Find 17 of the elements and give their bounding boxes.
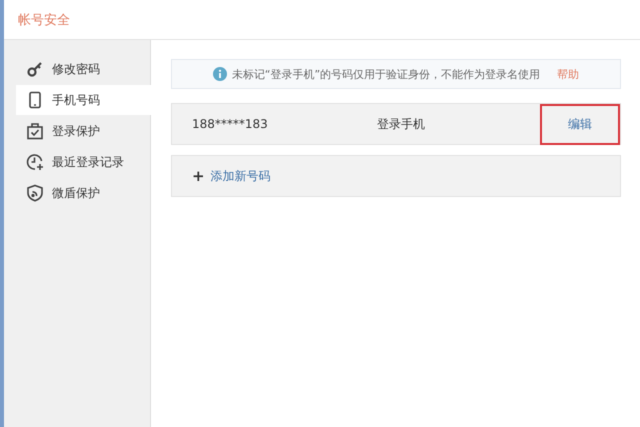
phone-tag: 登录手机 <box>377 116 540 132</box>
shield-icon <box>26 184 44 202</box>
edit-link[interactable]: 编辑 <box>540 104 620 144</box>
key-icon <box>26 60 44 78</box>
clock-icon <box>26 153 44 171</box>
sidebar-item[interactable]: 修改密码 <box>16 54 150 84</box>
sidebar-item[interactable]: 微盾保护 <box>16 178 150 208</box>
info-icon <box>212 67 227 81</box>
add-number-button[interactable]: + 添加新号码 <box>171 155 621 197</box>
notice-text: 未标记“登录手机”的号码仅用于验证身份，不能作为登录名使用 <box>232 66 540 82</box>
sidebar-item[interactable]: 最近登录记录 <box>16 147 150 177</box>
sidebar-item[interactable]: 登录保护 <box>16 116 150 146</box>
checklist-icon <box>26 122 44 140</box>
phone-icon <box>26 91 44 109</box>
page-title: 帐号安全 <box>18 12 70 28</box>
phone-number: 188*****183 <box>191 117 269 131</box>
sidebar-item[interactable]: 手机号码 <box>16 85 151 115</box>
